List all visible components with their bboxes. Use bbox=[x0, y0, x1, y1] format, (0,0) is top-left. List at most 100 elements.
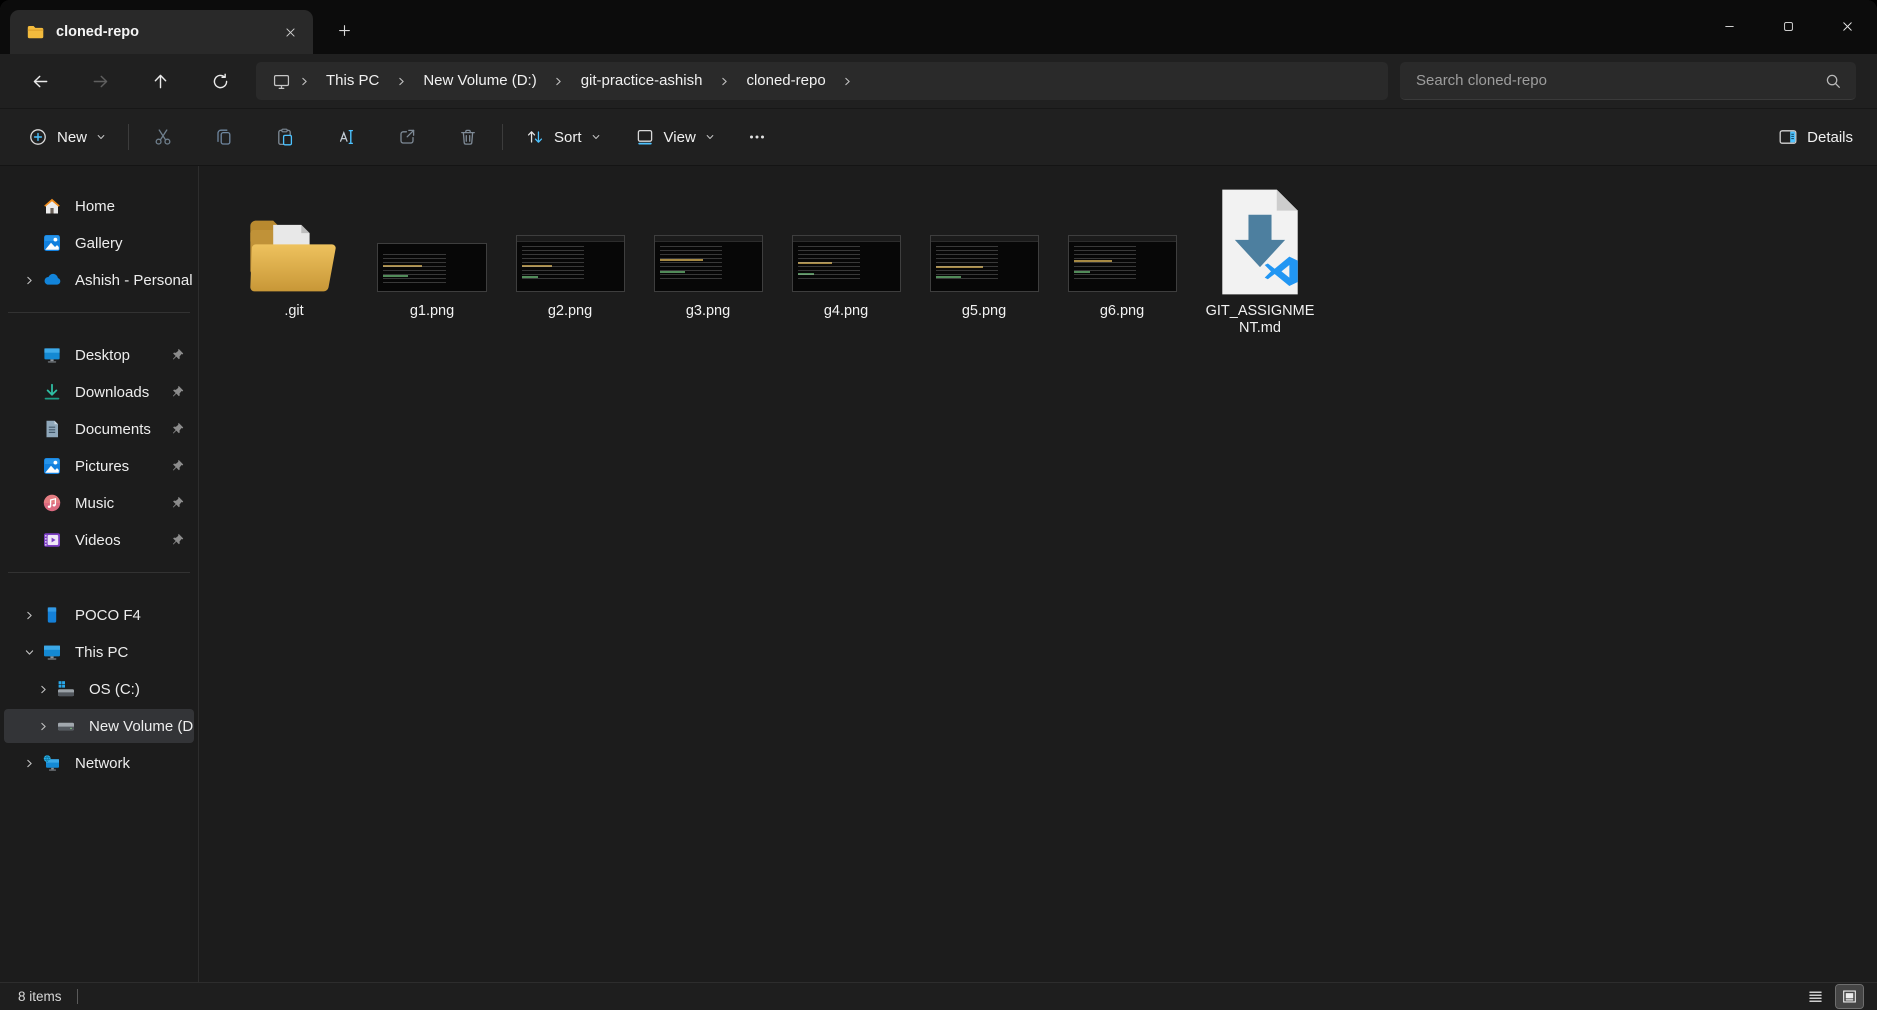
chevron-down-icon[interactable] bbox=[16, 647, 42, 658]
breadcrumb-chevron-icon[interactable] bbox=[292, 76, 316, 87]
minimize-button[interactable] bbox=[1700, 0, 1759, 52]
network-icon bbox=[42, 753, 62, 773]
paste-icon bbox=[275, 127, 295, 147]
sidebar-item-os-c[interactable]: OS (C:) bbox=[4, 672, 194, 706]
copy-button[interactable] bbox=[202, 118, 246, 156]
back-button[interactable] bbox=[18, 63, 62, 99]
large-icons-view-toggle[interactable] bbox=[1836, 985, 1863, 1008]
sidebar-item-ashish-personal[interactable]: Ashish - Personal bbox=[4, 263, 194, 297]
details-pane-button[interactable]: Details bbox=[1768, 118, 1863, 156]
file-g6-png[interactable]: g6.png bbox=[1058, 179, 1186, 337]
new-plus-circle-icon bbox=[28, 127, 48, 147]
file-g3-png[interactable]: g3.png bbox=[644, 179, 772, 337]
tab-close-button[interactable] bbox=[277, 19, 303, 45]
pin-icon bbox=[170, 533, 185, 547]
file-g1-png[interactable]: g1.png bbox=[368, 179, 496, 337]
pin-icon bbox=[170, 422, 185, 436]
chevron-right-icon[interactable] bbox=[30, 684, 56, 695]
file-git[interactable]: .git bbox=[230, 179, 358, 337]
close-button[interactable] bbox=[1818, 0, 1877, 52]
toolbar-divider bbox=[128, 124, 129, 150]
sidebar-item-desktop[interactable]: Desktop bbox=[4, 338, 194, 372]
search-icon[interactable] bbox=[1824, 72, 1842, 90]
sidebar-item-network[interactable]: Network bbox=[4, 746, 194, 780]
chevron-down-icon bbox=[705, 132, 715, 142]
breadcrumb-chevron-icon[interactable] bbox=[836, 76, 860, 87]
file-grid[interactable]: .git g1.pngg2.pngg3.png g4.png g5.png g6.png… bbox=[199, 166, 1877, 982]
cut-button[interactable] bbox=[141, 118, 185, 156]
breadcrumb-item-new-volume-d[interactable]: New Volume (D:) bbox=[413, 66, 546, 96]
sidebar-item-documents[interactable]: Documents bbox=[4, 412, 194, 446]
folder-icon bbox=[242, 211, 346, 297]
chevron-right-icon[interactable] bbox=[16, 758, 42, 769]
file-g2-png[interactable]: g2.png bbox=[506, 179, 634, 337]
file-icon-area bbox=[230, 179, 358, 297]
sidebar-item-home[interactable]: Home bbox=[4, 189, 194, 223]
window-controls bbox=[1700, 0, 1877, 52]
file-label: g4.png bbox=[824, 303, 868, 320]
file-g5-png[interactable]: g5.png bbox=[920, 179, 1048, 337]
file-git-assignment-md[interactable]: GIT_ASSIGNMENT.md bbox=[1196, 179, 1324, 337]
maximize-button[interactable] bbox=[1759, 0, 1818, 52]
delete-button[interactable] bbox=[446, 118, 490, 156]
sidebar-item-new-volume-d[interactable]: New Volume (D:) bbox=[4, 709, 194, 743]
forward-button bbox=[78, 63, 122, 99]
pin-icon bbox=[170, 348, 185, 362]
file-icon-area bbox=[506, 179, 634, 297]
breadcrumb-item-this-pc[interactable]: This PC bbox=[316, 66, 389, 96]
view-icon bbox=[635, 127, 655, 147]
breadcrumb-chevron-icon[interactable] bbox=[712, 76, 736, 87]
markdown-vscode-icon bbox=[1216, 187, 1304, 297]
image-thumbnail bbox=[930, 235, 1039, 292]
search-input[interactable] bbox=[1416, 72, 1824, 89]
new-tab-button[interactable] bbox=[327, 13, 361, 47]
chevron-right-icon[interactable] bbox=[30, 721, 56, 732]
sidebar-item-gallery[interactable]: Gallery bbox=[4, 226, 194, 260]
rename-button[interactable] bbox=[324, 118, 368, 156]
sidebar-item-music[interactable]: Music bbox=[4, 486, 194, 520]
sidebar-item-this-pc[interactable]: This PC bbox=[4, 635, 194, 669]
up-button[interactable] bbox=[138, 63, 182, 99]
sidebar-item-label: Music bbox=[75, 495, 170, 512]
paste-button[interactable] bbox=[263, 118, 307, 156]
ellipsis-icon bbox=[747, 127, 767, 147]
sidebar-item-pictures[interactable]: Pictures bbox=[4, 449, 194, 483]
sidebar-item-downloads[interactable]: Downloads bbox=[4, 375, 194, 409]
sidebar-item-label: OS (C:) bbox=[89, 681, 194, 698]
cut-icon bbox=[153, 127, 173, 147]
breadcrumb-item-git-practice-ashish[interactable]: git-practice-ashish bbox=[571, 66, 713, 96]
chevron-down-icon bbox=[591, 132, 601, 142]
file-g4-png[interactable]: g4.png bbox=[782, 179, 910, 337]
sidebar-separator bbox=[8, 312, 190, 313]
sidebar-item-poco-f4[interactable]: POCO F4 bbox=[4, 598, 194, 632]
share-button[interactable] bbox=[385, 118, 429, 156]
new-button[interactable]: New bbox=[18, 118, 116, 156]
item-count: 8 items bbox=[18, 989, 62, 1004]
explorer-tab[interactable]: cloned-repo bbox=[10, 10, 313, 54]
sidebar-nav: HomeGalleryAshish - Personal DesktopDownl… bbox=[0, 166, 199, 982]
refresh-button[interactable] bbox=[198, 63, 242, 99]
breadcrumb-chevron-icon[interactable] bbox=[547, 76, 571, 87]
videos-icon bbox=[42, 530, 62, 550]
breadcrumb-chevron-icon[interactable] bbox=[389, 76, 413, 87]
sort-button[interactable]: Sort bbox=[515, 118, 611, 156]
sidebar-item-videos[interactable]: Videos bbox=[4, 523, 194, 557]
new-button-label: New bbox=[57, 129, 87, 146]
downloads-icon bbox=[42, 382, 62, 402]
file-label: g6.png bbox=[1100, 303, 1144, 320]
details-view-toggle[interactable] bbox=[1802, 985, 1829, 1008]
file-label: g5.png bbox=[962, 303, 1006, 320]
chevron-right-icon[interactable] bbox=[16, 610, 42, 621]
image-thumbnail bbox=[516, 235, 625, 292]
image-thumbnail bbox=[654, 235, 763, 292]
view-button[interactable]: View bbox=[625, 118, 725, 156]
more-options-button[interactable] bbox=[735, 118, 779, 156]
file-icon-area bbox=[1196, 179, 1324, 297]
file-label: .git bbox=[284, 303, 303, 320]
search-box[interactable] bbox=[1400, 62, 1856, 100]
breadcrumb-item-cloned-repo[interactable]: cloned-repo bbox=[736, 66, 835, 96]
chevron-right-icon[interactable] bbox=[16, 275, 42, 286]
breadcrumb[interactable]: This PC New Volume (D:) git-practice-ashis… bbox=[256, 62, 1388, 100]
onedrive-icon bbox=[42, 270, 62, 290]
file-icon-area bbox=[368, 179, 496, 297]
